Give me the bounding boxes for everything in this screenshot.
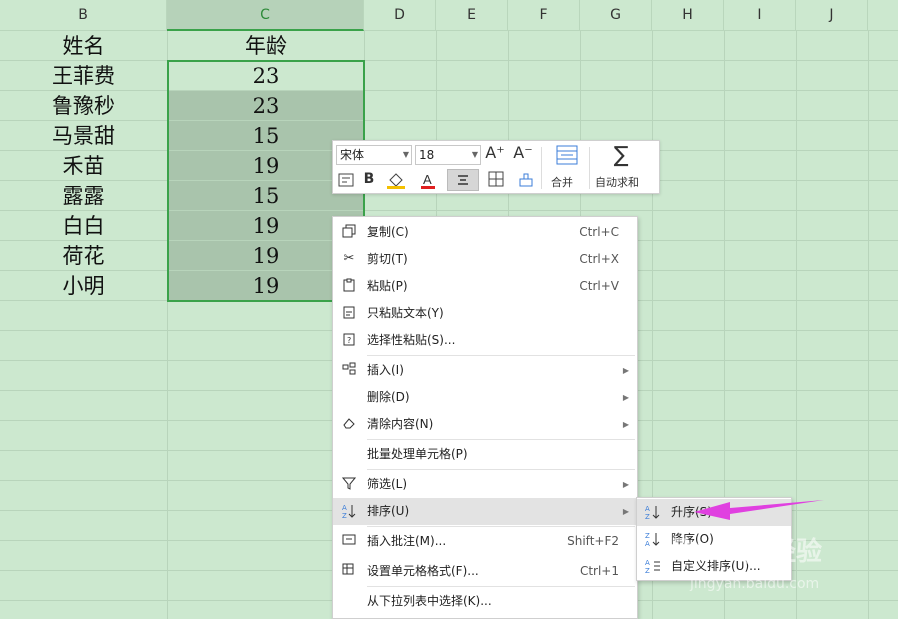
svg-text:jingyan.baidu.com: jingyan.baidu.com bbox=[689, 576, 819, 592]
svg-text:A: A bbox=[645, 505, 650, 513]
menu-item-paste-special[interactable]: ? 选择性粘贴(S)... bbox=[333, 327, 637, 354]
menu-item-cut[interactable]: ✂ 剪切(T) Ctrl+X bbox=[333, 246, 637, 273]
svg-text:Z: Z bbox=[645, 567, 650, 574]
sort-descending-icon: ZA bbox=[645, 531, 661, 548]
cell-name[interactable]: 鲁豫秒 bbox=[0, 91, 167, 121]
column-header-bar: B C D E F G H I J bbox=[0, 0, 898, 31]
format-cells-icon bbox=[341, 563, 357, 579]
menu-item-delete[interactable]: 删除(D) ▶ bbox=[333, 384, 637, 411]
svg-text:Z: Z bbox=[645, 532, 650, 540]
menu-item-copy[interactable]: 复制(C) Ctrl+C bbox=[333, 219, 637, 246]
format-painter-icon[interactable] bbox=[517, 171, 535, 191]
font-size-select[interactable]: 18 ▼ bbox=[415, 145, 481, 165]
column-header-g[interactable]: G bbox=[580, 0, 652, 31]
decrease-font-button[interactable]: A⁻ bbox=[513, 143, 533, 162]
paste-special-icon: ? bbox=[341, 332, 357, 348]
menu-item-sort[interactable]: AZ 排序(U) ▶ bbox=[333, 498, 637, 525]
borders-icon[interactable] bbox=[483, 171, 509, 191]
merge-button[interactable]: 合并 bbox=[551, 174, 573, 190]
svg-text:A: A bbox=[645, 559, 650, 567]
menu-item-filter[interactable]: 筛选(L) ▶ bbox=[333, 471, 637, 498]
column-header-b[interactable]: B bbox=[0, 0, 167, 31]
cell-name[interactable]: 小明 bbox=[0, 271, 167, 301]
eraser-icon bbox=[341, 416, 357, 432]
submenu-arrow-icon: ▶ bbox=[622, 366, 629, 375]
merge-cells-icon[interactable] bbox=[555, 145, 579, 169]
svg-text:A: A bbox=[645, 540, 650, 547]
chevron-down-icon: ▼ bbox=[471, 150, 478, 159]
svg-text:Bai: Bai bbox=[670, 533, 723, 568]
custom-sort-icon: AZ bbox=[645, 558, 661, 575]
column-header-i[interactable]: I bbox=[724, 0, 796, 31]
font-color-icon[interactable]: A bbox=[419, 171, 437, 193]
bold-button[interactable]: B bbox=[361, 171, 377, 187]
align-center-icon[interactable] bbox=[447, 169, 479, 191]
svg-text:经验: 经验 bbox=[770, 536, 822, 567]
menu-item-paste-text[interactable]: 只粘贴文本(Y) bbox=[333, 300, 637, 327]
menu-item-comment[interactable]: 插入批注(M)... Shift+F2 bbox=[333, 528, 637, 555]
insert-icon bbox=[341, 362, 357, 378]
fill-color-icon[interactable] bbox=[385, 171, 407, 193]
comment-icon bbox=[341, 533, 357, 549]
svg-text:A: A bbox=[423, 172, 432, 187]
cell-name[interactable]: 马景甜 bbox=[0, 121, 167, 151]
sort-ascending-icon: AZ bbox=[645, 504, 661, 521]
column-header-f[interactable]: F bbox=[508, 0, 580, 31]
menu-item-insert[interactable]: 插入(I) ▶ bbox=[333, 357, 637, 384]
menu-item-clear[interactable]: 清除内容(N) ▶ bbox=[333, 411, 637, 438]
svg-text:Z: Z bbox=[342, 512, 347, 519]
svg-text:?: ? bbox=[347, 336, 351, 345]
paste-icon bbox=[341, 278, 357, 294]
submenu-arrow-icon: ▶ bbox=[622, 420, 629, 429]
submenu-arrow-icon: ▶ bbox=[622, 480, 629, 489]
wrap-text-icon[interactable] bbox=[337, 172, 355, 192]
scissors-icon: ✂ bbox=[343, 251, 355, 266]
column-header-c[interactable]: C bbox=[167, 0, 364, 31]
menu-item-batch[interactable]: 批量处理单元格(P) bbox=[333, 441, 637, 468]
header-cell-age[interactable]: 年龄 bbox=[168, 31, 364, 61]
menu-item-paste[interactable]: 粘贴(P) Ctrl+V bbox=[333, 273, 637, 300]
autosum-icon[interactable]: ∑ bbox=[609, 143, 633, 168]
increase-font-button[interactable]: A⁺ bbox=[485, 143, 505, 162]
submenu-arrow-icon: ▶ bbox=[622, 393, 629, 402]
cell-name[interactable]: 露露 bbox=[0, 181, 167, 211]
menu-item-pick-from-list[interactable]: 从下拉列表中选择(K)... bbox=[333, 588, 637, 615]
sort-icon: AZ bbox=[341, 503, 357, 520]
font-name-select[interactable]: 宋体 ▼ bbox=[336, 145, 412, 165]
header-cell-name[interactable]: 姓名 bbox=[0, 31, 167, 61]
cell-name[interactable]: 王菲费 bbox=[0, 61, 167, 91]
svg-text:Z: Z bbox=[645, 513, 650, 520]
mini-toolbar: 宋体 ▼ 18 ▼ A⁺ A⁻ B A 合并 ∑ 自动求和 bbox=[332, 140, 660, 194]
paste-text-icon bbox=[341, 305, 357, 321]
column-header-h[interactable]: H bbox=[652, 0, 724, 31]
submenu-arrow-icon: ▶ bbox=[622, 507, 629, 516]
cell-name[interactable]: 白白 bbox=[0, 211, 167, 241]
svg-text:A: A bbox=[342, 504, 347, 512]
chevron-down-icon: ▼ bbox=[402, 150, 409, 159]
cell-name[interactable]: 荷花 bbox=[0, 241, 167, 271]
watermark-logo: Bai 经验 jingyan.baidu.com bbox=[670, 533, 822, 592]
column-header-d[interactable]: D bbox=[364, 0, 436, 31]
cell-name[interactable]: 禾苗 bbox=[0, 151, 167, 181]
filter-icon bbox=[341, 476, 357, 492]
context-menu: 复制(C) Ctrl+C ✂ 剪切(T) Ctrl+X 粘贴(P) Ctrl+V 只粘… bbox=[332, 216, 638, 619]
column-header-e[interactable]: E bbox=[436, 0, 508, 31]
column-header-j[interactable]: J bbox=[796, 0, 868, 31]
menu-item-format-cells[interactable]: 设置单元格格式(F)... Ctrl+1 bbox=[333, 558, 637, 585]
autosum-button[interactable]: 自动求和 bbox=[595, 174, 639, 190]
copy-icon bbox=[341, 224, 357, 240]
